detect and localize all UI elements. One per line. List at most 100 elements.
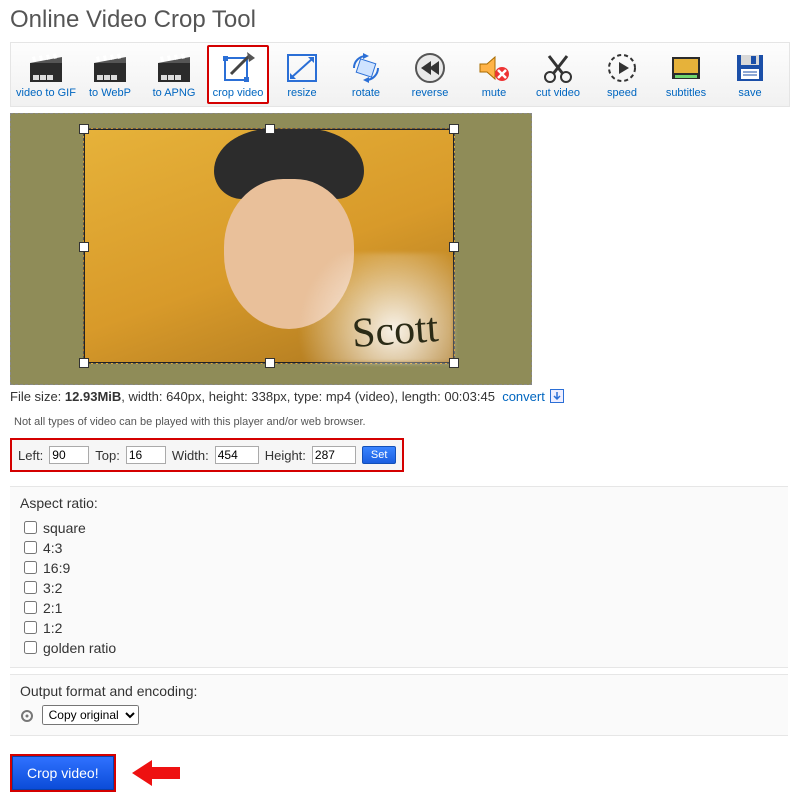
aspect-label: 1:2 <box>43 620 62 636</box>
tool-label: speed <box>607 87 637 99</box>
crop-selection[interactable]: Scott <box>83 128 455 364</box>
tool-label: mute <box>482 87 506 99</box>
top-input[interactable] <box>126 446 166 464</box>
subtitles-icon <box>668 51 704 85</box>
tool-rotate[interactable]: rotate <box>335 45 397 104</box>
aspect-checkbox[interactable] <box>24 581 37 594</box>
aspect-checkbox[interactable] <box>24 621 37 634</box>
output-title: Output format and encoding: <box>20 683 778 699</box>
aspect-checkbox[interactable] <box>24 541 37 554</box>
aspect-label: golden ratio <box>43 640 116 656</box>
tool-label: subtitles <box>666 87 706 99</box>
resize-icon <box>284 51 320 85</box>
aspect-label: 2:1 <box>43 600 62 616</box>
toolbar: video to GIF to WebP to APNG crop video <box>10 42 790 107</box>
crop-handle-bottom-right[interactable] <box>449 358 459 368</box>
crop-handle-top-right[interactable] <box>449 124 459 134</box>
video-preview[interactable]: Scott <box>10 113 532 385</box>
tool-save[interactable]: save <box>719 45 781 104</box>
height-input[interactable] <box>312 446 356 464</box>
mute-icon <box>476 51 512 85</box>
file-length-value: 00:03:45 <box>444 389 495 404</box>
aspect-option-16-9[interactable]: 16:9 <box>20 557 778 576</box>
aspect-label: 3:2 <box>43 580 62 596</box>
rotate-icon <box>348 51 384 85</box>
file-size-label: File size: <box>10 389 65 404</box>
left-label: Left: <box>18 448 43 463</box>
file-width-value: 640px <box>166 389 201 404</box>
crop-handle-middle-right[interactable] <box>449 242 459 252</box>
clapper-icon <box>92 51 128 85</box>
download-icon[interactable] <box>550 389 564 406</box>
aspect-option-3-2[interactable]: 3:2 <box>20 577 778 596</box>
top-label: Top: <box>95 448 120 463</box>
file-width-label: , width: <box>121 389 166 404</box>
tool-label: video to GIF <box>16 87 76 99</box>
crop-button-highlight: Crop video! <box>10 754 116 792</box>
output-format-select[interactable]: Copy original <box>42 705 139 725</box>
crop-handle-bottom-left[interactable] <box>79 358 89 368</box>
scissors-icon <box>540 51 576 85</box>
file-type-value: mp4 (video) <box>326 389 395 404</box>
output-section: Output format and encoding: Copy origina… <box>10 674 788 736</box>
left-input[interactable] <box>49 446 89 464</box>
aspect-option-2-1[interactable]: 2:1 <box>20 597 778 616</box>
tool-resize[interactable]: resize <box>271 45 333 104</box>
aspect-option-1-2[interactable]: 1:2 <box>20 617 778 636</box>
aspect-checkbox[interactable] <box>24 521 37 534</box>
width-label: Width: <box>172 448 209 463</box>
tool-video-to-gif[interactable]: video to GIF <box>15 45 77 104</box>
crop-handle-middle-left[interactable] <box>79 242 89 252</box>
file-type-label: , type: <box>287 389 326 404</box>
tool-to-webp[interactable]: to WebP <box>79 45 141 104</box>
aspect-label: 4:3 <box>43 540 62 556</box>
watermark-text: Scott <box>350 304 439 358</box>
clapper-icon <box>28 51 64 85</box>
aspect-label: square <box>43 520 86 536</box>
gear-icon <box>20 709 34 723</box>
clapper-icon <box>156 51 192 85</box>
width-input[interactable] <box>215 446 259 464</box>
tool-mute[interactable]: mute <box>463 45 525 104</box>
tool-label: to APNG <box>153 87 196 99</box>
aspect-ratio-title: Aspect ratio: <box>20 495 778 511</box>
height-label: Height: <box>265 448 306 463</box>
crop-video-button[interactable]: Crop video! <box>12 756 114 790</box>
reverse-icon <box>412 51 448 85</box>
tool-label: save <box>738 87 761 99</box>
tool-label: rotate <box>352 87 380 99</box>
convert-link[interactable]: convert <box>502 389 545 404</box>
file-height-value: 338px <box>251 389 286 404</box>
tool-label: cut video <box>536 87 580 99</box>
aspect-checkbox[interactable] <box>24 561 37 574</box>
compatibility-note: Not all types of video can be played wit… <box>14 416 790 428</box>
tool-label: resize <box>287 87 316 99</box>
crop-icon <box>220 51 256 85</box>
set-button[interactable]: Set <box>362 446 397 464</box>
page-title: Online Video Crop Tool <box>10 6 790 34</box>
file-length-label: , length: <box>394 389 444 404</box>
tool-cut-video[interactable]: cut video <box>527 45 589 104</box>
save-icon <box>732 51 768 85</box>
crop-handle-top-middle[interactable] <box>265 124 275 134</box>
tool-subtitles[interactable]: subtitles <box>655 45 717 104</box>
tool-reverse[interactable]: reverse <box>399 45 461 104</box>
aspect-checkbox[interactable] <box>24 601 37 614</box>
tool-speed[interactable]: speed <box>591 45 653 104</box>
tool-label: crop video <box>213 87 264 99</box>
file-height-label: , height: <box>202 389 252 404</box>
file-info: File size: 12.93MiB, width: 640px, heigh… <box>10 389 790 406</box>
aspect-checkbox[interactable] <box>24 641 37 654</box>
tool-to-apng[interactable]: to APNG <box>143 45 205 104</box>
aspect-option-golden[interactable]: golden ratio <box>20 637 778 656</box>
tool-crop-video[interactable]: crop video <box>207 45 269 104</box>
aspect-label: 16:9 <box>43 560 70 576</box>
speed-icon <box>604 51 640 85</box>
crop-handle-top-left[interactable] <box>79 124 89 134</box>
aspect-option-square[interactable]: square <box>20 517 778 536</box>
tool-label: to WebP <box>89 87 131 99</box>
aspect-ratio-section: Aspect ratio: square 4:3 16:9 3:2 2:1 1:… <box>10 486 788 668</box>
crop-handle-bottom-middle[interactable] <box>265 358 275 368</box>
tool-label: reverse <box>412 87 449 99</box>
aspect-option-4-3[interactable]: 4:3 <box>20 537 778 556</box>
